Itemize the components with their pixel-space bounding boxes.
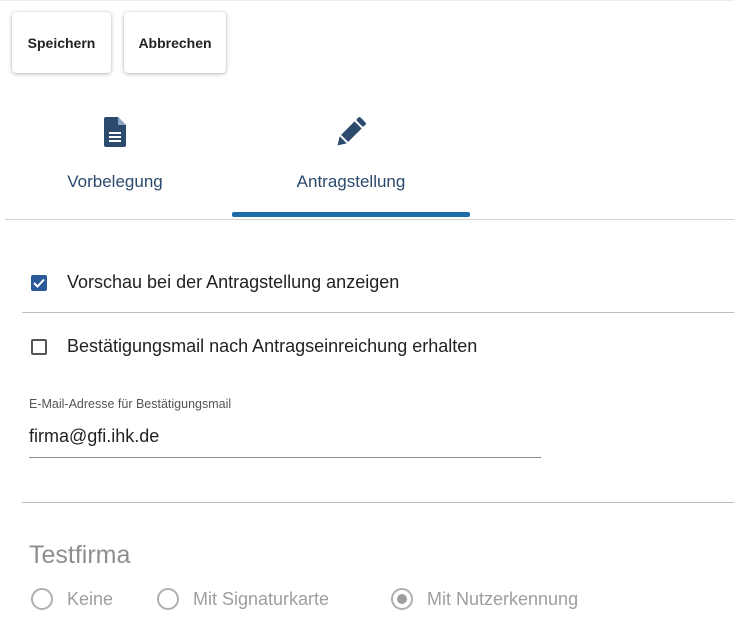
divider bbox=[22, 502, 734, 503]
testfirma-title: Testfirma bbox=[29, 541, 131, 569]
radio-label: Keine bbox=[67, 588, 114, 609]
radio-label: Mit Signaturkarte bbox=[193, 588, 330, 609]
divider bbox=[22, 312, 734, 313]
document-icon bbox=[95, 112, 135, 152]
email-field-underline bbox=[29, 457, 541, 458]
confirmation-mail-checkbox[interactable] bbox=[31, 338, 47, 355]
active-tab-indicator bbox=[232, 212, 470, 217]
radio-signaturkarte[interactable]: Mit Signaturkarte bbox=[157, 588, 329, 610]
email-field-label: E-Mail-Adresse für Bestätigungsmail bbox=[29, 397, 232, 411]
radio-dot bbox=[397, 594, 407, 604]
top-border bbox=[0, 0, 734, 1]
preview-checkbox[interactable] bbox=[31, 274, 47, 291]
radio-circle[interactable] bbox=[391, 588, 413, 610]
cancel-button[interactable]: Abbrechen bbox=[124, 12, 226, 73]
tabs-divider bbox=[5, 219, 734, 220]
tab-label: Antragstellung bbox=[296, 172, 406, 191]
preview-label: Vorschau bei der Antragstellung anzeigen bbox=[67, 272, 400, 292]
confirmation-mail-option[interactable]: Bestätigungsmail nach Antragseinreichung… bbox=[31, 336, 477, 357]
confirmation-mail-label: Bestätigungsmail nach Antragseinreichung… bbox=[67, 336, 478, 356]
radio-nutzerkennung[interactable]: Mit Nutzerkennung bbox=[391, 588, 578, 610]
save-button[interactable]: Speichern bbox=[12, 12, 111, 73]
tab-vorbelegung[interactable]: Vorbelegung bbox=[50, 112, 180, 212]
preview-option[interactable]: Vorschau bei der Antragstellung anzeigen bbox=[31, 272, 399, 293]
radio-keine[interactable]: Keine bbox=[31, 588, 113, 610]
radio-circle[interactable] bbox=[157, 588, 179, 610]
radio-circle[interactable] bbox=[31, 588, 53, 610]
tab-antragstellung[interactable]: Antragstellung bbox=[232, 112, 470, 212]
pencil-icon bbox=[331, 112, 371, 152]
radio-label: Mit Nutzerkennung bbox=[427, 588, 579, 609]
tab-label: Vorbelegung bbox=[67, 172, 163, 191]
email-field[interactable]: firma@gfi.ihk.de bbox=[29, 426, 159, 447]
checkmark-icon bbox=[33, 278, 45, 288]
